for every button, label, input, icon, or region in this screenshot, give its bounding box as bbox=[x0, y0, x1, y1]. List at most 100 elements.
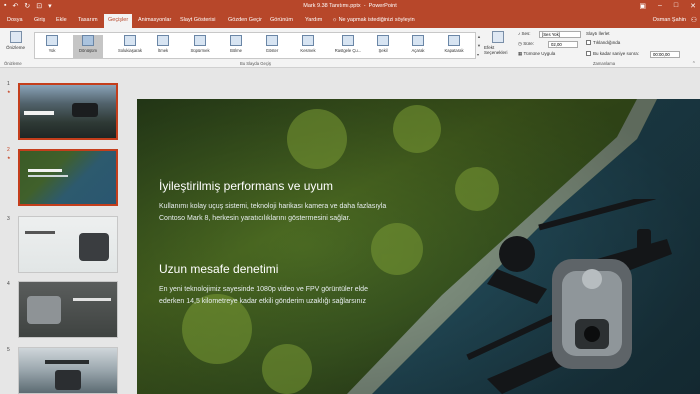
checkbox-icon bbox=[586, 40, 591, 46]
duration-label: ◷ Süre: bbox=[518, 41, 534, 47]
tab-yardim[interactable]: Yardım bbox=[305, 17, 322, 23]
slide-thumbnail-4[interactable] bbox=[18, 281, 118, 338]
transition-uncover[interactable]: Açarak bbox=[403, 35, 433, 53]
window-title: Mark 9.38 Tanıtımı.pptx - PowerPoint bbox=[303, 3, 397, 9]
tab-animasyonlar[interactable]: Animasyonlar bbox=[138, 17, 171, 23]
transition-reveal[interactable]: Göster bbox=[257, 35, 287, 53]
maximize-icon[interactable]: □ bbox=[674, 2, 678, 10]
tell-me-text: Ne yapmak istediğinizi söyleyin bbox=[338, 17, 415, 23]
slide-thumbnail-5[interactable] bbox=[18, 347, 118, 394]
gallery-scroll[interactable]: ▲ ▼ ▾ bbox=[477, 32, 481, 59]
transition-label: Süpürmek bbox=[190, 48, 210, 53]
slide-number-3: 3 bbox=[7, 216, 10, 222]
on-click-checkbox[interactable]: Tıklandığında bbox=[586, 40, 620, 46]
effect-options-button[interactable]: Efekt Seçenekleri bbox=[484, 31, 512, 55]
file-name: Mark 9.38 Tanıtımı.pptx bbox=[303, 3, 361, 9]
transition-label: Yok bbox=[48, 48, 56, 53]
tab-gecisler[interactable]: Geçişler bbox=[104, 14, 133, 28]
drone-icon bbox=[55, 370, 81, 390]
preview-group-label: Önizleme bbox=[4, 61, 22, 66]
slide-heading-performance[interactable]: İyileştirilmiş performans ve uyum bbox=[159, 179, 333, 193]
tab-dosya[interactable]: Dosya bbox=[7, 17, 23, 23]
share-icon[interactable]: ⚇ bbox=[691, 16, 697, 24]
slide-number-4: 4 bbox=[7, 281, 10, 287]
transition-label: Şekil bbox=[378, 48, 388, 53]
ribbon-tabs: Dosya Giriş Ekle Tasarım Geçişler Animas… bbox=[0, 14, 700, 28]
lightbulb-icon: ☼ bbox=[332, 17, 338, 23]
thumbnail-title-line bbox=[73, 298, 111, 301]
transition-fade[interactable]: Solukiaşarak bbox=[115, 35, 145, 53]
transition-push[interactable]: İtmek bbox=[148, 35, 178, 53]
app-name: PowerPoint bbox=[368, 3, 397, 9]
user-account[interactable]: Osman Şahin bbox=[653, 17, 686, 23]
transition-wipe[interactable]: Süpürmek bbox=[185, 35, 215, 53]
checkbox-icon bbox=[586, 51, 591, 57]
slide-number-2: 2 bbox=[7, 147, 10, 153]
slide-body-range[interactable]: En yeni teknolojimiz sayesinde 1080p vid… bbox=[159, 284, 439, 307]
title-bar: ▪ ↶ ↻ ⊡ ▾ Mark 9.38 Tanıtımı.pptx - Powe… bbox=[0, 0, 700, 14]
after-seconds-input[interactable]: 00:00,00 bbox=[650, 51, 680, 58]
body-line: Kullanımı kolay uçuş sistemi, teknoloji … bbox=[159, 203, 387, 210]
transition-reveal-icon bbox=[266, 35, 278, 46]
transition-label: Açarak bbox=[411, 48, 425, 53]
tell-me-box[interactable]: ☼ Ne yapmak istediğinizi söyleyin bbox=[332, 17, 415, 23]
close-icon[interactable]: ✕ bbox=[690, 2, 696, 10]
body-line: Contoso Mark 8, herkesin yaratıcılıkları… bbox=[159, 214, 351, 222]
thumbnail-title-line bbox=[24, 111, 54, 115]
slide-heading-range[interactable]: Uzun mesafe denetimi bbox=[159, 262, 278, 276]
sound-dropdown[interactable]: [Ses Yok] bbox=[539, 31, 581, 38]
clock-icon: ◷ bbox=[518, 41, 522, 46]
slide-body-performance[interactable]: Kullanımı kolay uçuş sistemi, teknoloji … bbox=[159, 201, 439, 224]
tab-ekle[interactable]: Ekle bbox=[56, 17, 67, 23]
transition-morph-icon bbox=[82, 35, 94, 46]
transition-none[interactable]: Yok bbox=[37, 35, 67, 53]
duration-input[interactable]: 02,00 bbox=[548, 41, 578, 48]
transition-label: Bölme bbox=[230, 48, 242, 53]
drone-icon bbox=[72, 103, 98, 117]
transition-morph[interactable]: Dönüşüm bbox=[73, 35, 103, 58]
transition-cut[interactable]: Kesmek bbox=[293, 35, 323, 53]
transition-star-icon: ★ bbox=[7, 89, 11, 94]
minimize-icon[interactable]: – bbox=[658, 2, 662, 10]
tab-giris[interactable]: Giriş bbox=[34, 17, 45, 23]
effect-options-icon bbox=[492, 31, 504, 43]
body-line: ederken 14,5 kilometreye kadar etkili gö… bbox=[159, 297, 366, 305]
slide-thumbnail-3[interactable] bbox=[18, 216, 118, 273]
slide-thumbnail-pane: 1 ★ 2 ★ 3 4 5 bbox=[0, 69, 130, 394]
transition-shape[interactable]: Şekil bbox=[368, 35, 398, 53]
apply-all-icon: ▦ bbox=[518, 51, 523, 56]
camera-icon bbox=[27, 296, 61, 324]
thumbnail-title-line bbox=[28, 169, 62, 172]
sound-icon: ♪ bbox=[518, 31, 521, 36]
apply-all-label: Tümüne Uygula bbox=[523, 51, 556, 56]
transition-cut-icon bbox=[302, 35, 314, 46]
slide-thumbnail-2[interactable] bbox=[18, 149, 118, 206]
transition-label: Göster bbox=[265, 48, 279, 53]
sound-label-text: Ses: bbox=[521, 31, 531, 36]
tab-gozden-gecir[interactable]: Gözden Geçir bbox=[228, 17, 262, 23]
transition-random-bars[interactable]: Rastgele Çu... bbox=[329, 35, 367, 53]
slide-canvas[interactable]: İyileştirilmiş performans ve uyum Kullan… bbox=[137, 99, 700, 394]
transition-label: Rastgele Çu... bbox=[334, 48, 362, 53]
drone-icon bbox=[79, 233, 109, 261]
transition-label: Solukiaşarak bbox=[118, 48, 142, 53]
collapse-ribbon-icon[interactable]: ⌃ bbox=[692, 61, 696, 67]
preview-label: Önizleme bbox=[6, 45, 26, 50]
tab-gorunum[interactable]: Görünüm bbox=[270, 17, 293, 23]
effect-options-label: Efekt Seçenekleri bbox=[484, 45, 508, 55]
transition-group-label: Bu Slayda Geçiş bbox=[240, 61, 271, 66]
thumbnail-title-line bbox=[45, 360, 89, 364]
transition-cover[interactable]: Kapatarak bbox=[439, 35, 469, 53]
body-line: En yeni teknolojimiz sayesinde 1080p vid… bbox=[159, 286, 368, 293]
slide-thumbnail-1[interactable] bbox=[18, 83, 118, 140]
transition-split[interactable]: Bölme bbox=[221, 35, 251, 53]
advance-slide-label: Slaytı İlerlet bbox=[586, 31, 610, 36]
tab-tasarim[interactable]: Tasarım bbox=[78, 17, 98, 23]
transition-star-icon: ★ bbox=[7, 155, 11, 160]
apply-all-button[interactable]: ▦ Tümüne Uygula bbox=[518, 51, 555, 57]
transition-label: İtmek bbox=[157, 48, 169, 53]
tab-slayt-gosterisi[interactable]: Slayt Gösterisi bbox=[180, 17, 215, 23]
after-seconds-checkbox[interactable]: Bu kadar saniye sonra: bbox=[586, 51, 639, 57]
ribbon-display-icon[interactable]: ▣ bbox=[639, 2, 646, 10]
preview-button[interactable]: Önizleme bbox=[6, 31, 25, 50]
